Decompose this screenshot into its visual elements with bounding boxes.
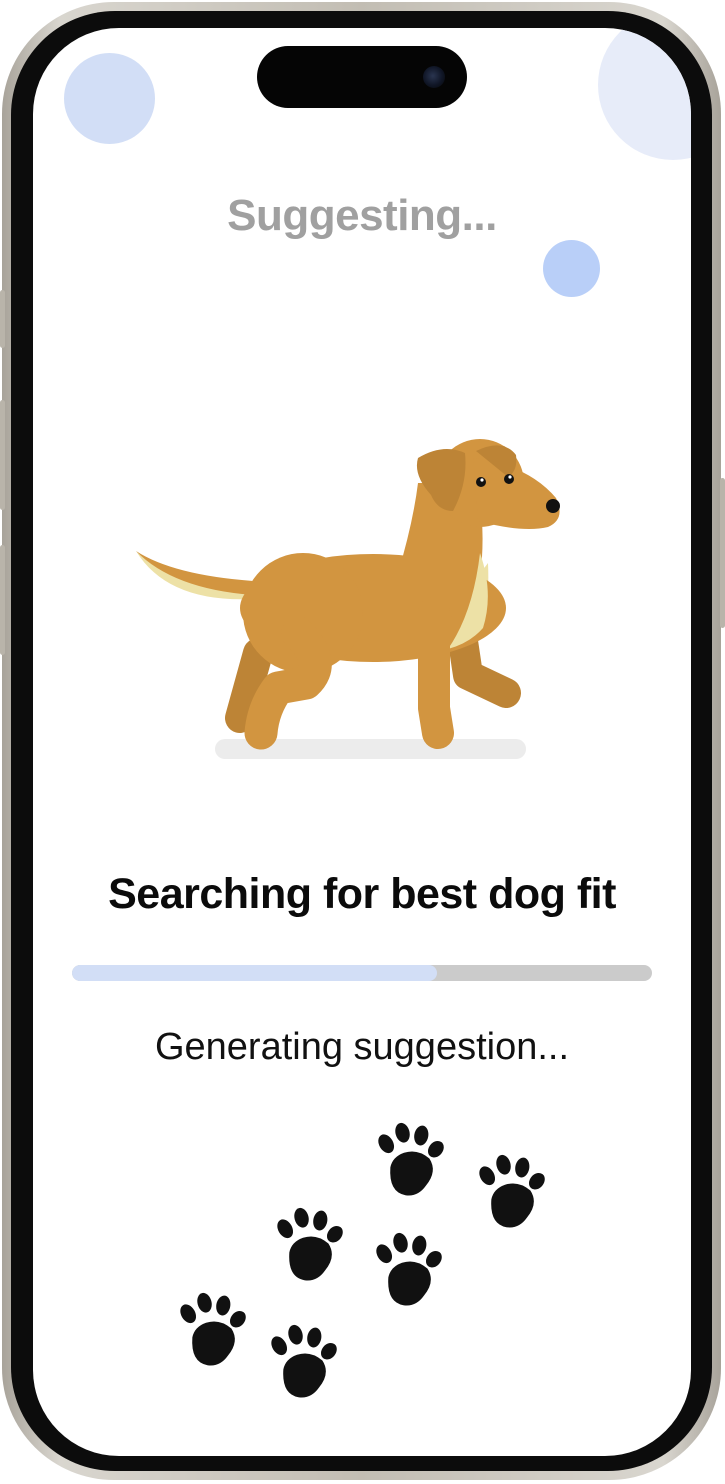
paw-print-icon (272, 1200, 354, 1285)
decorative-bubble (543, 240, 600, 297)
decorative-bubble (64, 53, 155, 144)
action-button (0, 290, 5, 348)
paw-print-icon (175, 1285, 257, 1370)
volume-up-button (0, 400, 5, 510)
progress-bar-fill (72, 965, 438, 981)
paw-print-icon (266, 1317, 348, 1402)
screen: Suggesting... Searching for best dog fit… (33, 28, 691, 1456)
dynamic-island (257, 46, 467, 108)
walking-dog-illustration (136, 439, 560, 759)
paw-print-icon (371, 1225, 453, 1310)
paw-print-icon (373, 1115, 455, 1200)
decorative-bubble (598, 28, 691, 160)
power-button (720, 478, 725, 628)
search-heading: Searching for best dog fit (108, 870, 616, 918)
paw-print-icon (474, 1147, 556, 1232)
page-title: Suggesting... (227, 191, 497, 240)
progress-bar (72, 965, 652, 981)
status-text: Generating suggestion... (154, 1026, 570, 1068)
volume-down-button (0, 545, 5, 655)
camera-icon (423, 66, 445, 88)
